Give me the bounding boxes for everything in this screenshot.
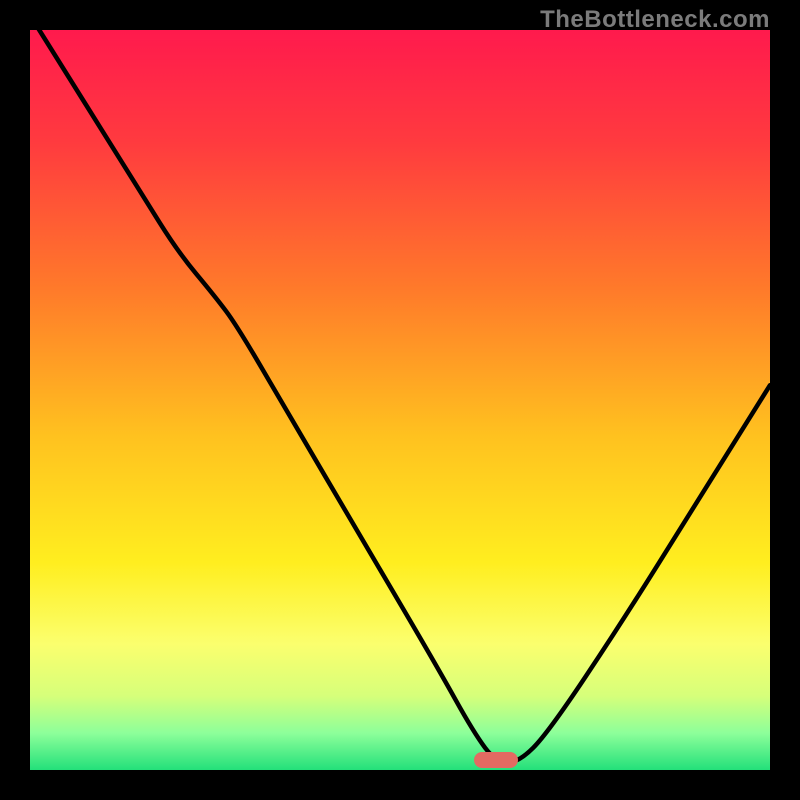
bottleneck-chart: [30, 30, 770, 770]
chart-stage: TheBottleneck.com: [0, 0, 800, 800]
chart-background: [30, 30, 770, 770]
